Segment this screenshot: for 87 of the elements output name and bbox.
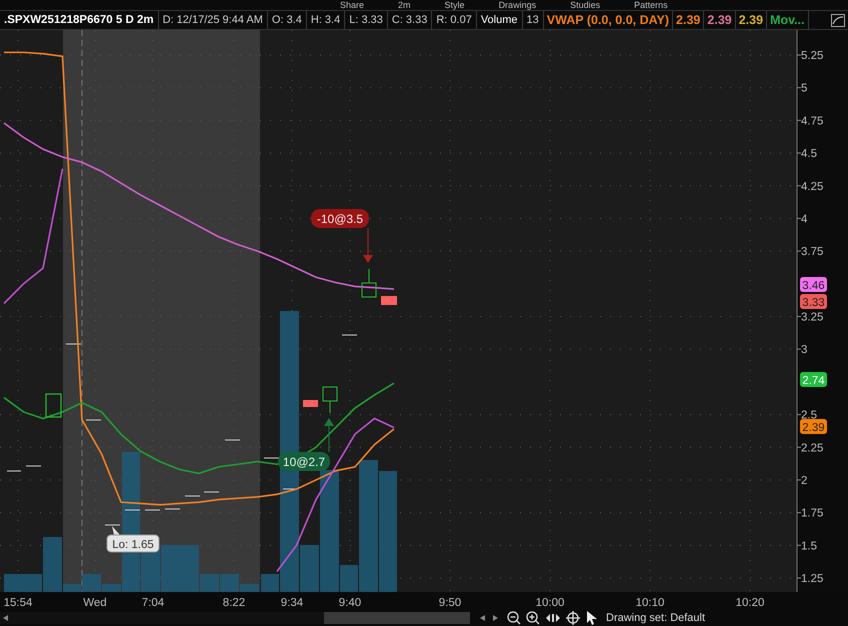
- down-arrow: [363, 228, 373, 263]
- axis-tick: [796, 218, 802, 219]
- y-axis-label: 4: [801, 213, 808, 226]
- toolbar-button[interactable]: Style: [444, 0, 465, 10]
- volume-label: Volume: [476, 11, 523, 29]
- cursor-icon[interactable]: [586, 611, 598, 625]
- axis-tick: [796, 250, 802, 252]
- axis-tick: [796, 479, 802, 480]
- zoom-out-icon[interactable]: [507, 611, 521, 625]
- x-axis-label: 9:50: [438, 597, 462, 609]
- right-arrow-icon[interactable]: [493, 615, 498, 621]
- y-axis-label: 3: [801, 344, 808, 356]
- quote-field: D: 12/17/25 9:44 AM: [158, 11, 268, 29]
- left-arrow-icon[interactable]: [480, 615, 485, 621]
- crosshair-icon[interactable]: [566, 611, 580, 625]
- y-axis-label: 1.5: [801, 540, 817, 552]
- zoom-in-icon[interactable]: [526, 611, 540, 625]
- pan-icon[interactable]: [546, 613, 560, 623]
- axis-tick: [796, 348, 802, 350]
- up-arrow: [324, 418, 334, 452]
- y-axis-label: 1.75: [801, 508, 824, 520]
- buy-order-tag: 10@2.7: [278, 452, 330, 471]
- price-label: 2.74: [800, 372, 827, 387]
- study-value[interactable]: 2.39: [704, 11, 736, 29]
- y-axis-label: 3.75: [801, 246, 824, 258]
- low-price-tooltip: Lo: 1.65: [106, 526, 160, 552]
- axis-tick: [796, 152, 802, 154]
- quote-field: H: 3.4: [306, 11, 346, 29]
- axis-tick: [796, 185, 802, 186]
- price-label: 2.39: [800, 419, 827, 434]
- x-axis-label: Wed: [83, 597, 107, 609]
- y-axis-label: 3.25: [801, 312, 824, 324]
- x-axis-label: 10:10: [636, 597, 664, 609]
- price-tick-mark: [104, 524, 120, 526]
- quote-field: R: 0.07: [432, 11, 477, 29]
- study-value[interactable]: 2.39: [736, 11, 768, 29]
- price-tick-mark: [164, 508, 180, 510]
- price-tick-mark: [342, 334, 358, 336]
- price-tick-mark: [6, 470, 22, 472]
- quote-field: O: 3.4: [268, 11, 307, 29]
- x-axis-label: 15:54: [4, 597, 32, 609]
- axis-tick: [796, 544, 802, 546]
- axis-tick: [796, 446, 802, 448]
- left-arrow-icon[interactable]: [3, 615, 8, 621]
- toolbar-button[interactable]: Studies: [570, 0, 600, 10]
- price-label: 3.33: [800, 294, 827, 309]
- y-axis-label: 5.25: [801, 50, 824, 62]
- quote-field: L: 3.33: [345, 11, 388, 29]
- y-axis-label: 4.75: [801, 115, 824, 128]
- x-axis-label: 7:04: [142, 597, 164, 609]
- x-axis-label: 8:22: [222, 597, 246, 609]
- price-label: 3.46: [800, 277, 827, 292]
- quote-field: C: 3.33: [388, 11, 432, 29]
- order-marker: [45, 393, 62, 418]
- y-axis-label: 2.5: [801, 410, 817, 422]
- x-axis-label: 9:40: [338, 597, 362, 609]
- toolbar-button[interactable]: 2m: [398, 0, 411, 10]
- y-axis-label: 5: [801, 82, 808, 95]
- order-marker: [322, 386, 338, 414]
- y-axis-label: 2: [801, 474, 808, 487]
- sell-order-tag: -10@3.5: [311, 209, 369, 228]
- volume-value: 13: [522, 11, 544, 29]
- order-marker: [362, 268, 376, 298]
- fill-marker: [303, 400, 318, 407]
- y-axis-label: 1.25: [801, 573, 824, 585]
- y-axis-label: 2.25: [801, 442, 824, 454]
- axis-tick: [796, 512, 802, 514]
- x-axis-label: 10:00: [536, 597, 564, 609]
- axis-tick: [796, 120, 802, 121]
- symbol-label[interactable]: .SPXW251218P6670 5 D 2m: [0, 11, 159, 29]
- axis-tick: [796, 54, 802, 56]
- fill-marker: [381, 296, 397, 305]
- drawing-set-label[interactable]: Drawing set: Default: [606, 612, 706, 624]
- toolbar-button[interactable]: Patterns: [634, 0, 668, 10]
- axis-tick: [796, 87, 802, 88]
- y-axis-label: 4.5: [801, 148, 817, 160]
- toolbar-button[interactable]: Share: [340, 0, 364, 10]
- axis-tick: [796, 414, 802, 416]
- x-axis-label: 10:20: [736, 597, 764, 609]
- toolbar-button[interactable]: Drawings: [498, 0, 536, 10]
- study-value[interactable]: 2.39: [673, 11, 704, 29]
- study-value[interactable]: VWAP (0.0, 0.0, DAY): [544, 11, 674, 29]
- study-value[interactable]: Mov...: [767, 11, 809, 29]
- x-axis-label: 9:34: [280, 597, 304, 609]
- axis-tick: [796, 316, 802, 317]
- scrollbar[interactable]: [0, 612, 470, 624]
- y-axis-label: 4.25: [801, 180, 824, 193]
